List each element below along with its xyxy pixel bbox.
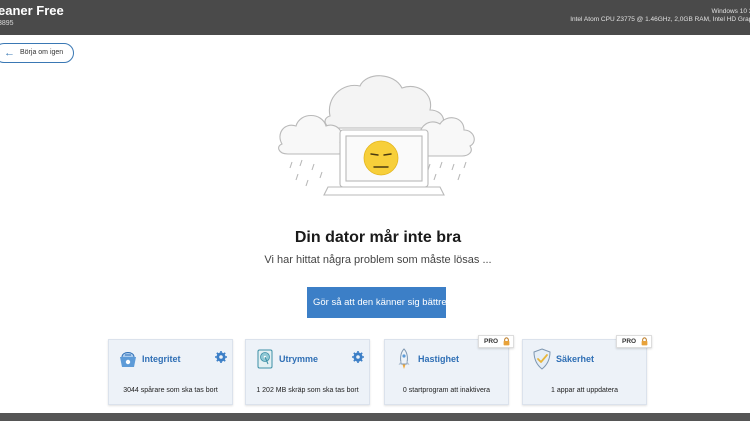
system-hardware: Intel Atom CPU Z3775 @ 1.46GHz, 2,0GB RA… xyxy=(570,16,750,23)
make-it-better-button[interactable]: Gör så att den känner sig bättre xyxy=(307,287,446,318)
disk-space-icon xyxy=(257,349,273,369)
page-subtitle: Vi har hittat några problem som måste lö… xyxy=(264,254,492,266)
card-speed-desc: 0 startprogram att inaktivera xyxy=(402,387,491,394)
pro-badge: PRO xyxy=(616,335,652,348)
rocket-icon xyxy=(398,348,410,369)
bottom-bar xyxy=(0,413,750,421)
card-privacy[interactable]: Integritet 3044 spårare som ska tas bort xyxy=(108,339,233,405)
sad-laptop-clouds-icon xyxy=(278,75,475,196)
lock-icon xyxy=(641,337,648,346)
title-bar: eaner Free 3895 Windows 10 32 Intel Atom… xyxy=(0,0,750,35)
pro-badge-label: PRO xyxy=(484,338,499,345)
pro-badge: PRO xyxy=(478,335,514,348)
arrow-left-icon: ← xyxy=(4,47,15,59)
system-info: Windows 10 32 Intel Atom CPU Z3775 @ 1.4… xyxy=(570,8,750,24)
app-title: eaner Free xyxy=(0,3,64,18)
privacy-icon xyxy=(120,352,136,367)
start-over-label: Börja om igen xyxy=(20,49,64,56)
pro-badge-label: PRO xyxy=(622,338,637,345)
card-space-title: Utrymme xyxy=(279,354,319,364)
card-privacy-desc: 3044 spårare som ska tas bort xyxy=(123,387,218,394)
card-security-desc: 1 appar att uppdatera xyxy=(551,387,618,394)
card-speed-title: Hastighet xyxy=(418,354,460,364)
card-security-title: Säkerhet xyxy=(556,354,595,364)
lock-icon xyxy=(503,337,510,346)
system-os: Windows 10 32 xyxy=(711,8,750,15)
shield-check-icon xyxy=(533,348,551,370)
page-title: Din dator mår inte bra xyxy=(294,229,462,246)
card-security[interactable]: Säkerhet PRO 1 appar att uppdatera xyxy=(522,335,652,405)
card-speed[interactable]: Hastighet PRO 0 startprogram att inaktiv… xyxy=(384,335,514,405)
app-version: 3895 xyxy=(0,20,14,27)
card-privacy-title: Integritet xyxy=(142,354,181,364)
start-over-button[interactable]: ← Börja om igen xyxy=(0,43,74,63)
gear-icon[interactable] xyxy=(352,351,364,363)
card-space-desc: 1 202 MB skräp som ska tas bort xyxy=(256,387,359,394)
card-space[interactable]: Utrymme 1 202 MB skräp som ska tas bort xyxy=(245,339,370,405)
gear-icon[interactable] xyxy=(215,351,227,363)
